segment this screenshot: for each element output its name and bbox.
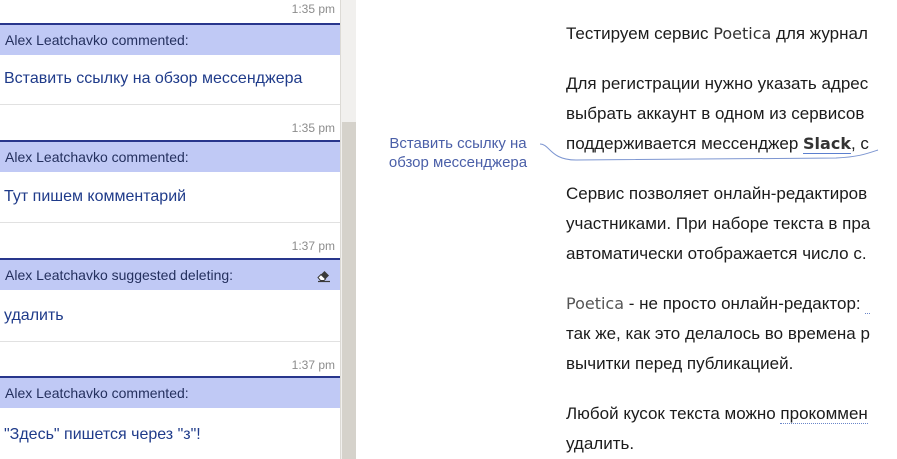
doc-text: для журнал — [771, 24, 868, 43]
doc-text: - не просто онлайн-редактор: — [624, 294, 866, 313]
eraser-icon[interactable] — [316, 267, 332, 283]
comment-header[interactable]: Alex Leatchavko commented: — [0, 140, 340, 172]
comment-author: Alex Leatchavko commented: — [5, 385, 189, 401]
doc-line: Для регистрации нужно указать адрес — [566, 74, 869, 93]
doc-text: Тестируем сервис — [566, 24, 714, 43]
doc-brand: Poetica — [566, 294, 625, 313]
comment-author: Alex Leatchavko commented: — [5, 149, 189, 165]
doc-line: так же, как это делалось во времена р — [566, 324, 870, 343]
doc-paragraph-5-line1: Любой кусок текста можно прокоммен — [566, 400, 897, 428]
comment-divider — [0, 104, 340, 105]
doc-text: , с — [850, 134, 869, 153]
comment-divider — [0, 222, 340, 223]
comment-body[interactable]: удалить — [4, 307, 64, 325]
comments-scrollbar[interactable] — [340, 0, 356, 459]
doc-paragraph-2-line3: поддерживается мессенджер Slack, с — [566, 130, 897, 158]
doc-line: автоматически отображается число с. — [566, 244, 867, 263]
comment-timestamp: 1:37 pm — [291, 358, 335, 372]
doc-line: удалить. — [566, 434, 635, 453]
comment-header[interactable]: Alex Leatchavko commented: — [0, 23, 340, 55]
doc-line: участниками. При наборе текста в пра — [566, 214, 871, 233]
comment-author: Alex Leatchavko commented: — [5, 32, 189, 48]
doc-paragraph-4-line1: Poetica - не просто онлайн-редактор: — [566, 290, 897, 318]
comment-body[interactable]: Тут пишем комментарий — [4, 188, 186, 206]
comment-timestamp: 1:37 pm — [291, 239, 335, 253]
comment-author: Alex Leatchavko suggested deleting: — [5, 267, 234, 283]
doc-line: вычитки перед публикацией. — [566, 354, 794, 373]
comment-body[interactable]: "Здесь" пишется через "з"! — [4, 426, 201, 444]
comment-timestamp: 1:35 pm — [291, 121, 335, 135]
comment-header[interactable]: Alex Leatchavko suggested deleting: — [0, 258, 340, 290]
commented-text-fragment[interactable]: прокоммен — [780, 404, 868, 424]
commented-text-fragment[interactable] — [865, 294, 871, 314]
doc-brand: Poetica — [713, 24, 772, 43]
doc-line: Сервис позволяет онлайн-редактиров — [566, 184, 868, 203]
doc-text: Любой кусок текста можно — [566, 404, 781, 423]
document-body[interactable]: Тестируем сервис Poetica для журнал Для … — [566, 16, 897, 459]
comments-panel: 1:35 pm Alex Leatchavko commented: Встав… — [0, 0, 340, 459]
comment-header[interactable]: Alex Leatchavko commented: — [0, 376, 340, 408]
doc-paragraph-1: Тестируем сервис Poetica для журнал — [566, 20, 897, 48]
scrollbar-thumb[interactable] — [342, 122, 356, 459]
doc-line: выбрать аккаунт в одном из сервисов — [566, 104, 865, 123]
comment-body[interactable]: Вставить ссылку на обзор мессенджера — [4, 70, 302, 88]
margin-comment-note[interactable]: Вставить ссылку на обзор мессенджера — [378, 134, 538, 172]
commented-text-slack[interactable]: Slack — [803, 134, 851, 154]
comment-divider — [0, 341, 340, 342]
doc-text: поддерживается мессенджер — [566, 134, 804, 153]
comment-timestamp: 1:35 pm — [291, 2, 335, 16]
